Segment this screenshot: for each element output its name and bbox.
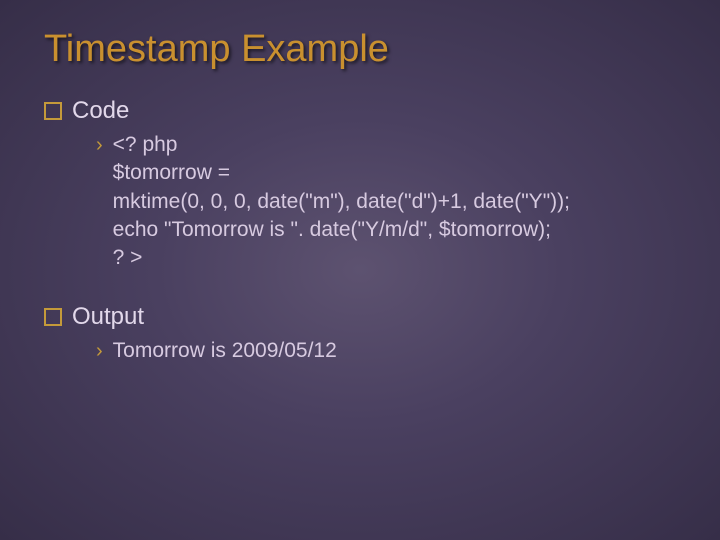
section-code-body: › <? php $tomorrow = mktime(0, 0, 0, dat… xyxy=(96,131,676,273)
output-text: Tomorrow is 2009/05/12 xyxy=(113,337,337,365)
chevron-right-icon: › xyxy=(96,134,103,157)
slide: Timestamp Example Code › <? php $tomorro… xyxy=(0,0,720,540)
section-label: Code xyxy=(72,97,129,125)
square-bullet-icon xyxy=(44,102,62,120)
square-bullet-icon xyxy=(44,308,62,326)
slide-title: Timestamp Example xyxy=(44,28,676,71)
section-label: Output xyxy=(72,303,144,331)
code-text: <? php $tomorrow = mktime(0, 0, 0, date(… xyxy=(113,131,570,273)
chevron-right-icon: › xyxy=(96,340,103,363)
section-output: Output xyxy=(44,303,676,331)
section-output-body: › Tomorrow is 2009/05/12 xyxy=(96,337,676,365)
section-code: Code xyxy=(44,97,676,125)
